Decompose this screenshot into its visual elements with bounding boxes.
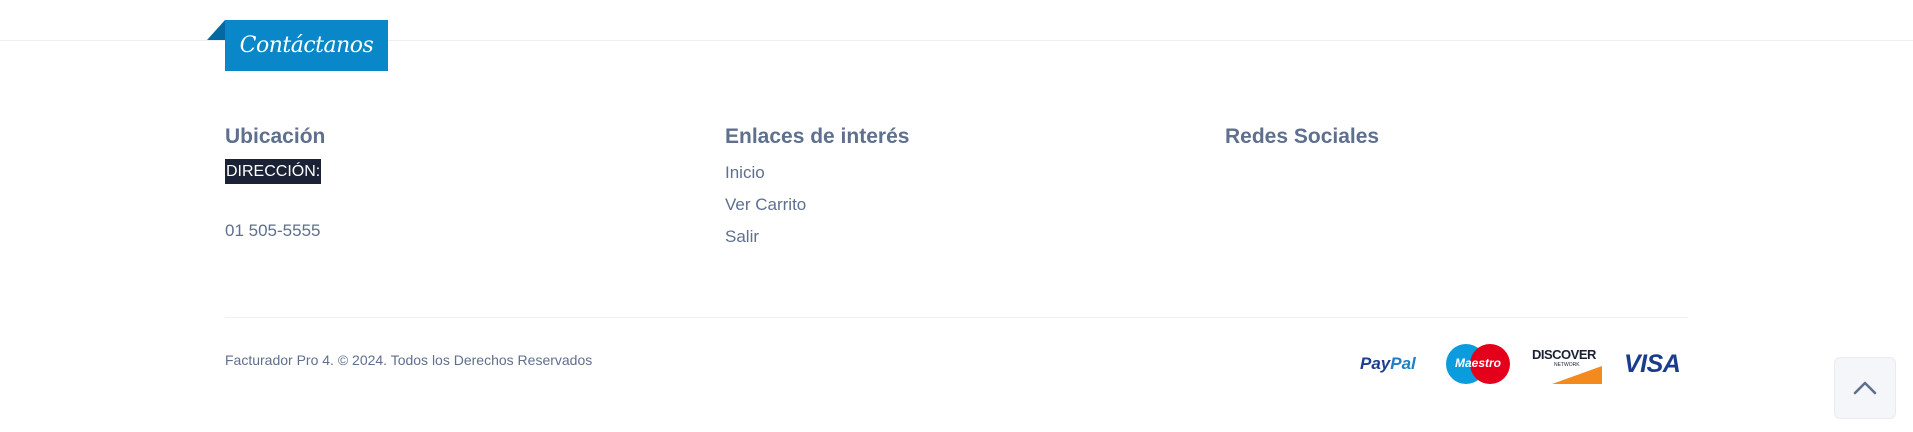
discover-orange-wedge: [1552, 366, 1602, 384]
discover-logo: DISCOVER NETWORK: [1532, 344, 1602, 384]
phone-number: 01 505-5555: [225, 221, 321, 240]
paypal-logo-main: Pay: [1360, 354, 1391, 373]
bottom-divider: [225, 317, 1688, 318]
footer-page: Contáctanos Ubicación DIRECCIÓN: 01 505-…: [0, 0, 1913, 432]
link-ver-carrito[interactable]: Ver Carrito: [725, 194, 909, 226]
social-heading: Redes Sociales: [1225, 125, 1380, 148]
contact-tab-label: Contáctanos: [239, 33, 374, 58]
chevron-up-icon: [1853, 381, 1877, 395]
paypal-logo: Pay Pal: [1360, 354, 1424, 374]
location-column: Ubicación DIRECCIÓN: 01 505-5555: [225, 120, 325, 241]
location-heading: Ubicación: [225, 125, 326, 148]
visa-logo: VISA: [1624, 349, 1681, 378]
maestro-logo-text: Maestro: [1454, 356, 1501, 370]
back-to-top-button[interactable]: [1834, 357, 1896, 419]
link-salir[interactable]: Salir: [725, 226, 909, 258]
maestro-logo: Maestro: [1446, 344, 1510, 384]
paypal-logo-accent: Pal: [1390, 354, 1416, 373]
links-column: Enlaces de interés Inicio Ver Carrito Sa…: [725, 120, 909, 258]
payment-methods: Pay Pal Maestro DISCOVER NETWORK VISA: [1360, 340, 1681, 388]
contact-tab-fold: [207, 20, 225, 40]
link-inicio[interactable]: Inicio: [725, 162, 909, 194]
links-heading: Enlaces de interés: [725, 125, 910, 148]
copyright-text: Facturador Pro 4. © 2024. Todos los Dere…: [225, 352, 593, 368]
social-column: Redes Sociales: [1225, 120, 1379, 154]
links-list: Inicio Ver Carrito Salir: [725, 162, 909, 258]
contact-tab[interactable]: Contáctanos: [225, 20, 388, 71]
discover-logo-text: DISCOVER: [1532, 347, 1596, 362]
address-label: DIRECCIÓN:: [225, 159, 322, 184]
